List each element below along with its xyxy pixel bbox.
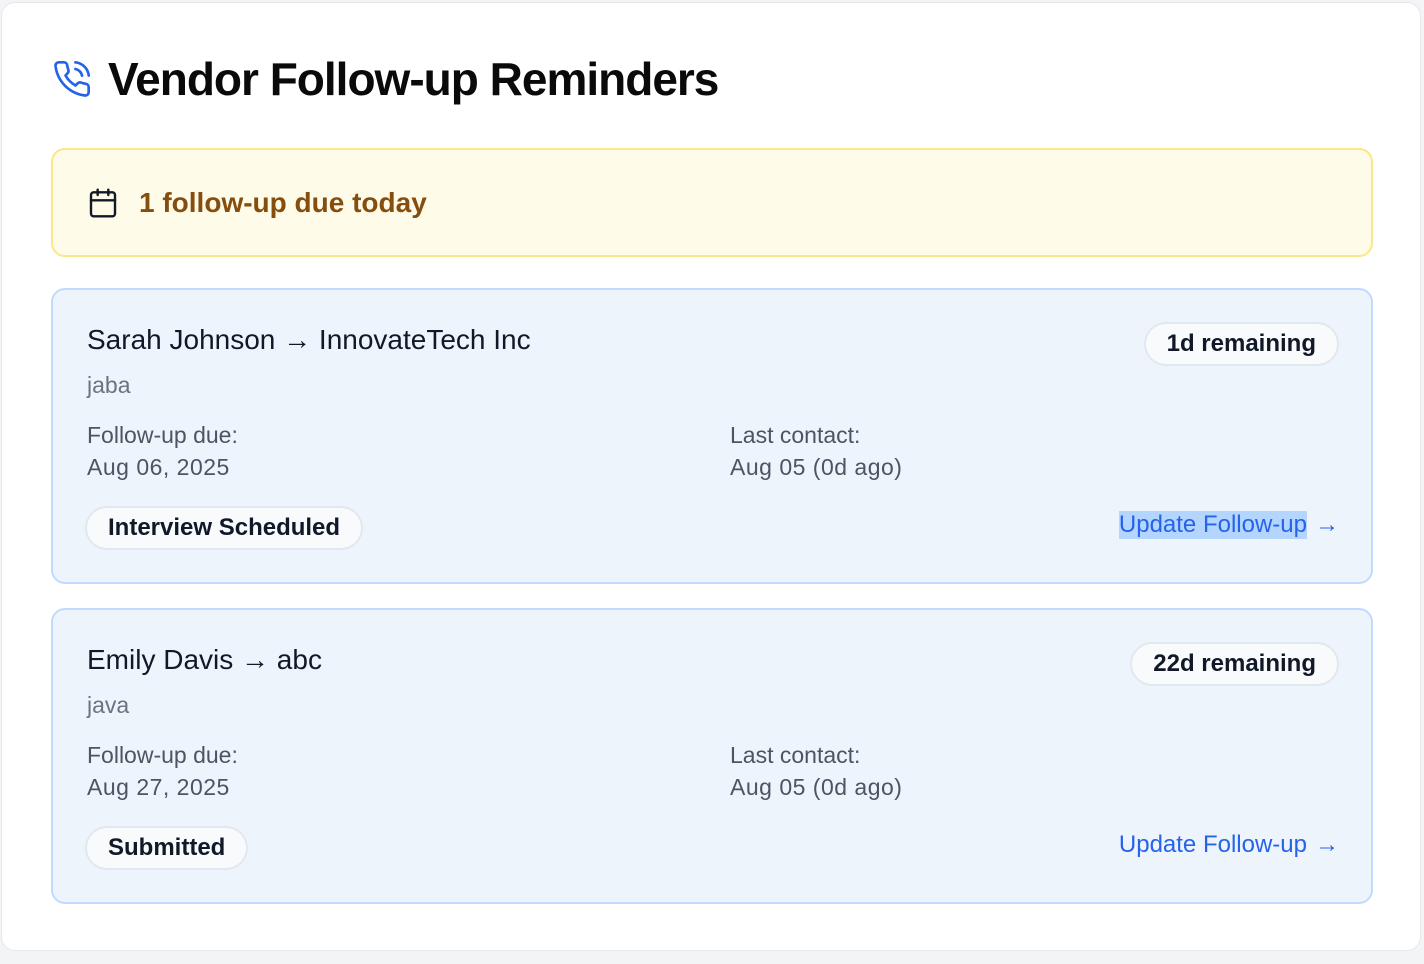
calendar-icon	[87, 187, 119, 219]
status-badge: Interview Scheduled	[85, 506, 364, 550]
phone-icon	[52, 59, 92, 99]
followup-due-label: Follow-up due:	[87, 422, 238, 448]
card-subtitle: java	[87, 692, 130, 718]
update-followup-label[interactable]: Update Follow-up	[1119, 831, 1307, 859]
arrow-right-icon[interactable]: →	[1315, 831, 1339, 859]
page-header: Vendor Follow-up Reminders	[52, 53, 719, 105]
page-title: Vendor Follow-up Reminders	[108, 53, 719, 105]
card-title: Sarah Johnson → InnovateTech Inc	[87, 324, 531, 355]
followup-due-label: Follow-up due:	[87, 742, 238, 768]
remaining-badge: 1d remaining	[1143, 322, 1339, 366]
last-contact-value: Aug 05 (0d ago)	[730, 454, 903, 480]
last-contact-value: Aug 05 (0d ago)	[730, 774, 903, 800]
update-followup-link[interactable]: Update Follow-up →	[1119, 831, 1339, 859]
reminders-panel: Vendor Follow-up Reminders 1 follow-up d…	[1, 2, 1421, 951]
remaining-badge: 22d remaining	[1130, 642, 1339, 686]
status-badge: Submitted	[85, 826, 249, 870]
card-subtitle: jaba	[87, 372, 131, 398]
due-today-alert: 1 follow-up due today	[51, 148, 1373, 257]
followup-due-value: Aug 27, 2025	[87, 774, 230, 800]
followup-due-value: Aug 06, 2025	[87, 454, 230, 480]
last-contact-label: Last contact:	[730, 422, 861, 448]
update-followup-label[interactable]: Update Follow-up	[1118, 511, 1307, 539]
reminder-card: Emily Davis → abc 22d remaining java Fol…	[51, 608, 1373, 904]
arrow-right-icon[interactable]: →	[1315, 511, 1339, 539]
reminder-card: Sarah Johnson → InnovateTech Inc 1d rema…	[51, 288, 1373, 584]
update-followup-link[interactable]: Update Follow-up →	[1118, 511, 1339, 539]
card-title: Emily Davis → abc	[87, 644, 322, 675]
alert-text: 1 follow-up due today	[139, 186, 427, 218]
last-contact-label: Last contact:	[730, 742, 861, 768]
